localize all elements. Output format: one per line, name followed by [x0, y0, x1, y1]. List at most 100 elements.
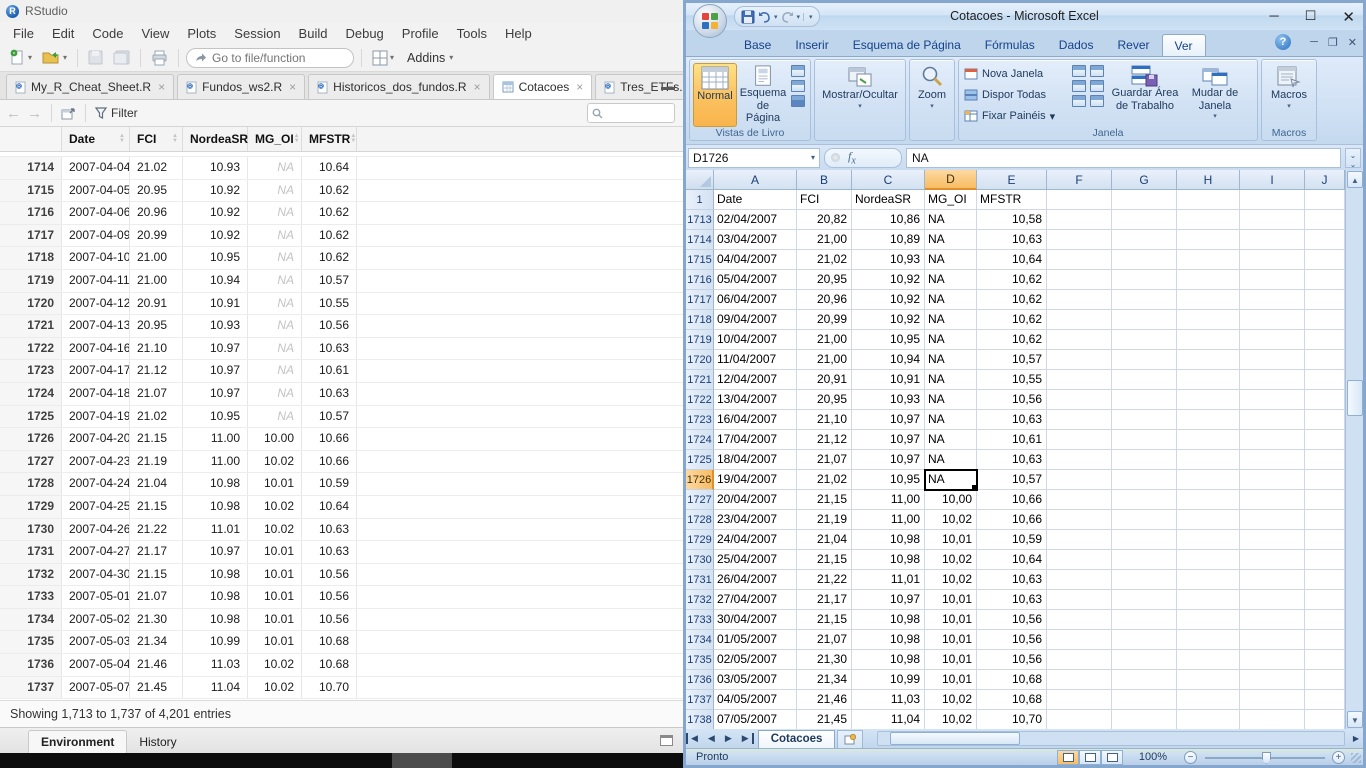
- cell-A1716[interactable]: 05/04/2007: [714, 270, 797, 290]
- viewer-search-box[interactable]: [587, 103, 675, 123]
- cell-J1732[interactable]: [1305, 590, 1345, 610]
- cell-H1732[interactable]: [1177, 590, 1240, 610]
- cell-H1715[interactable]: [1177, 250, 1240, 270]
- cell-C1718[interactable]: 10,92: [852, 310, 925, 330]
- cell-J1[interactable]: [1305, 190, 1345, 210]
- cell-A1735[interactable]: 02/05/2007: [714, 650, 797, 670]
- cell-F1721[interactable]: [1047, 370, 1112, 390]
- row-header-1737[interactable]: 1737: [686, 690, 714, 710]
- column-header-C[interactable]: C: [852, 170, 925, 190]
- last-sheet-icon[interactable]: ▶: [737, 733, 754, 744]
- cell-J1737[interactable]: [1305, 690, 1345, 710]
- column-header-B[interactable]: B: [797, 170, 852, 190]
- cell-E1723[interactable]: 10,63: [977, 410, 1047, 430]
- cell-E1729[interactable]: 10,59: [977, 530, 1047, 550]
- cell-I1738[interactable]: [1240, 710, 1305, 729]
- cell-G1723[interactable]: [1112, 410, 1177, 430]
- cell-A1731[interactable]: 26/04/2007: [714, 570, 797, 590]
- menu-view[interactable]: View: [132, 24, 178, 43]
- cell-H1731[interactable]: [1177, 570, 1240, 590]
- minimize-pane-icon[interactable]: [661, 80, 675, 90]
- workbook-minimize-button[interactable]: ─: [1310, 36, 1318, 49]
- cell-A1723[interactable]: 16/04/2007: [714, 410, 797, 430]
- cell-E1733[interactable]: 10,56: [977, 610, 1047, 630]
- cell-I1716[interactable]: [1240, 270, 1305, 290]
- tab-environment[interactable]: Environment: [28, 730, 127, 753]
- cell-I1719[interactable]: [1240, 330, 1305, 350]
- row-header-1718[interactable]: 1718: [686, 310, 714, 330]
- full-screen-icon[interactable]: [791, 95, 805, 107]
- cell-C1714[interactable]: 10,89: [852, 230, 925, 250]
- cell-F1733[interactable]: [1047, 610, 1112, 630]
- cell-J1713[interactable]: [1305, 210, 1345, 230]
- cell-B1713[interactable]: 20,82: [797, 210, 852, 230]
- cell-B1714[interactable]: 21,00: [797, 230, 852, 250]
- cell-A1713[interactable]: 02/04/2007: [714, 210, 797, 230]
- cell-H1727[interactable]: [1177, 490, 1240, 510]
- cell-G1720[interactable]: [1112, 350, 1177, 370]
- row-header-1721[interactable]: 1721: [686, 370, 714, 390]
- scroll-up-icon[interactable]: ▲: [1347, 171, 1363, 188]
- cell-B1726[interactable]: 21,02: [797, 470, 852, 490]
- cell-B1737[interactable]: 21,46: [797, 690, 852, 710]
- cell-E1738[interactable]: 10,70: [977, 710, 1047, 729]
- cell-I1718[interactable]: [1240, 310, 1305, 330]
- save-all-button[interactable]: [110, 48, 133, 67]
- column-header-F[interactable]: F: [1047, 170, 1112, 190]
- cell-H1722[interactable]: [1177, 390, 1240, 410]
- cell-D1732[interactable]: 10,01: [925, 590, 977, 610]
- cell-A1724[interactable]: 17/04/2007: [714, 430, 797, 450]
- cell-C1717[interactable]: 10,92: [852, 290, 925, 310]
- cell-A1733[interactable]: 30/04/2007: [714, 610, 797, 630]
- row-header-1720[interactable]: 1720: [686, 350, 714, 370]
- column-header-G[interactable]: G: [1112, 170, 1177, 190]
- cell-J1723[interactable]: [1305, 410, 1345, 430]
- cell-B1727[interactable]: 21,15: [797, 490, 852, 510]
- zoom-button[interactable]: Zoom ▾: [913, 63, 951, 127]
- cell-D1713[interactable]: NA: [925, 210, 977, 230]
- cell-D1721[interactable]: NA: [925, 370, 977, 390]
- menu-profile[interactable]: Profile: [393, 24, 448, 43]
- cell-H1725[interactable]: [1177, 450, 1240, 470]
- ribbon-tab-base[interactable]: Base: [732, 34, 783, 56]
- cell-G1735[interactable]: [1112, 650, 1177, 670]
- cell-J1728[interactable]: [1305, 510, 1345, 530]
- cell-J1717[interactable]: [1305, 290, 1345, 310]
- cell-H1736[interactable]: [1177, 670, 1240, 690]
- page-layout-view-shortcut[interactable]: [1079, 750, 1101, 765]
- print-button[interactable]: [148, 48, 171, 68]
- cell-G1713[interactable]: [1112, 210, 1177, 230]
- cell-D1724[interactable]: NA: [925, 430, 977, 450]
- cell-A1725[interactable]: 18/04/2007: [714, 450, 797, 470]
- scroll-right-icon[interactable]: ▶: [1349, 734, 1363, 743]
- cell-E1737[interactable]: 10,68: [977, 690, 1047, 710]
- cell-H1718[interactable]: [1177, 310, 1240, 330]
- page-layout-view-button[interactable]: Esquema de Página: [737, 63, 789, 127]
- cell-I1715[interactable]: [1240, 250, 1305, 270]
- cell-D1720[interactable]: NA: [925, 350, 977, 370]
- cell-E1719[interactable]: 10,62: [977, 330, 1047, 350]
- cell-G1714[interactable]: [1112, 230, 1177, 250]
- cell-B1732[interactable]: 21,17: [797, 590, 852, 610]
- cell-G1724[interactable]: [1112, 430, 1177, 450]
- show-hide-button[interactable]: Mostrar/Ocultar ▾: [818, 63, 902, 127]
- back-arrow-icon[interactable]: ←: [6, 106, 21, 121]
- cell-H1721[interactable]: [1177, 370, 1240, 390]
- macros-button[interactable]: Macros ▾: [1265, 63, 1313, 127]
- cell-H1716[interactable]: [1177, 270, 1240, 290]
- cell-D1723[interactable]: NA: [925, 410, 977, 430]
- row-header-1719[interactable]: 1719: [686, 330, 714, 350]
- first-sheet-icon[interactable]: ◀: [686, 733, 703, 744]
- cell-I1717[interactable]: [1240, 290, 1305, 310]
- cell-H1713[interactable]: [1177, 210, 1240, 230]
- cell-F1727[interactable]: [1047, 490, 1112, 510]
- cell-I1731[interactable]: [1240, 570, 1305, 590]
- row-header-1717[interactable]: 1717: [686, 290, 714, 310]
- cell-E1721[interactable]: 10,55: [977, 370, 1047, 390]
- cell-C1721[interactable]: 10,91: [852, 370, 925, 390]
- filter-button[interactable]: Filter: [95, 106, 138, 120]
- cell-H1738[interactable]: [1177, 710, 1240, 729]
- cell-F1725[interactable]: [1047, 450, 1112, 470]
- cell-A1721[interactable]: 12/04/2007: [714, 370, 797, 390]
- cell-A1734[interactable]: 01/05/2007: [714, 630, 797, 650]
